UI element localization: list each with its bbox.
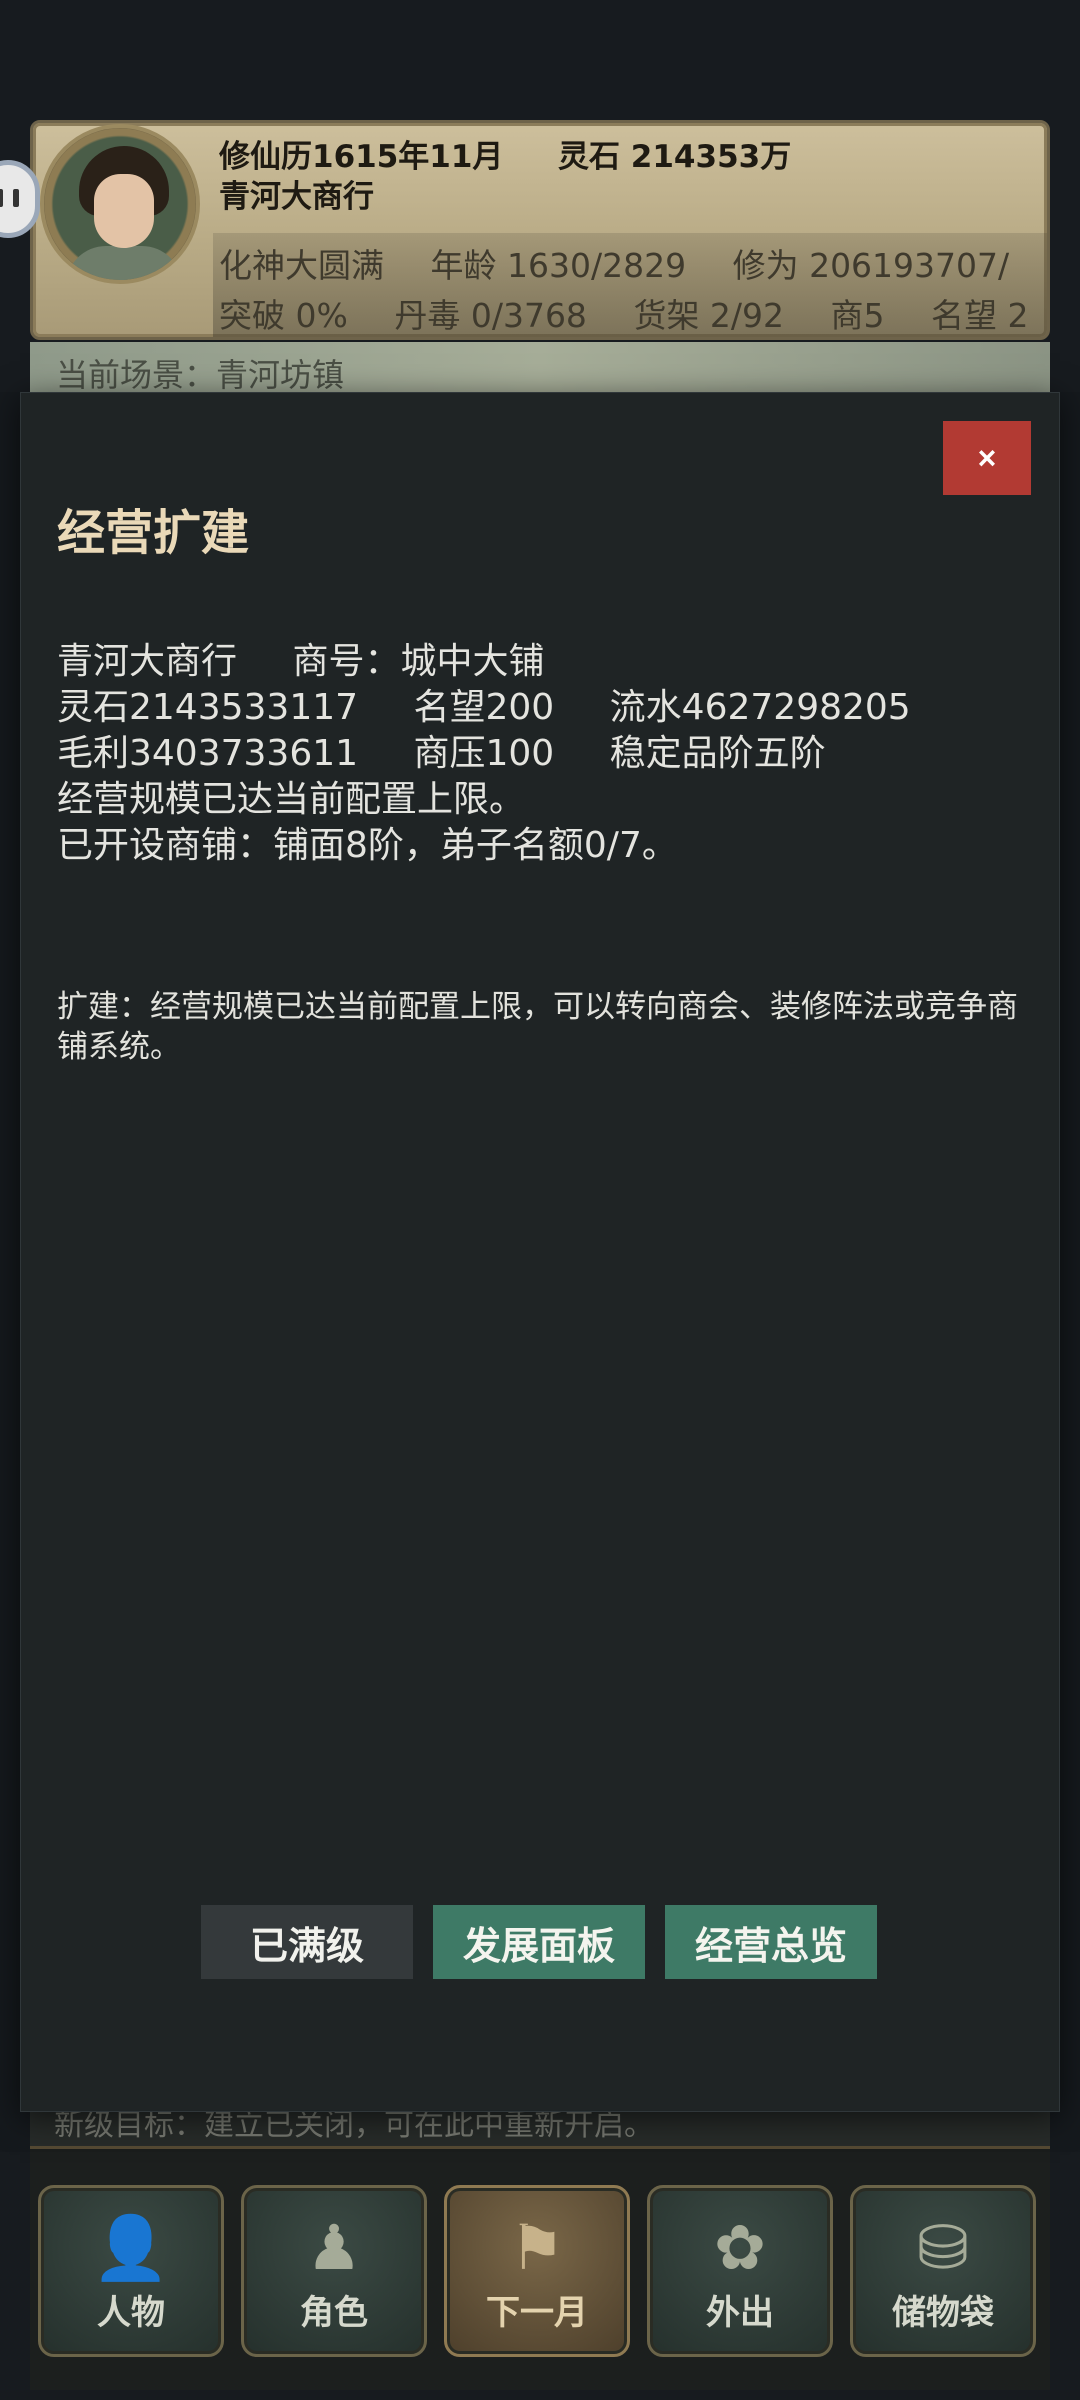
- scene-banner: 当前场景：青河坊镇: [30, 342, 1050, 394]
- close-button[interactable]: ×: [943, 421, 1031, 495]
- nav-label: 角色: [300, 2293, 368, 2333]
- cultivation-text: 修为 206193707/: [732, 246, 1010, 285]
- bottom-nav: 👤 人物 ♟ 角色 ⚑ 下一月 ✿ 外出 ⛁ 储物袋: [30, 2146, 1050, 2390]
- nav-storage-button[interactable]: ⛁ 储物袋: [850, 2185, 1036, 2357]
- merchant-level-text: 商5: [830, 296, 885, 335]
- reputation-text: 名望 2: [931, 296, 1029, 335]
- realm-text: 化神大圆满: [219, 246, 384, 285]
- game-screen: 修仙历1615年11月 灵石 214353万 青河大商行 化神大圆满 年龄 16…: [0, 0, 1080, 2400]
- robed-figure-icon: ♟: [306, 2211, 362, 2284]
- person-icon: 👤: [92, 2211, 170, 2284]
- flag-icon: ⚑: [509, 2211, 565, 2284]
- shelves-text: 货架 2/92: [633, 296, 785, 335]
- expansion-dialog: × 经营扩建 青河大商行 商号：城中大铺 灵石2143533117 名望200 …: [20, 392, 1060, 2112]
- nav-role-button[interactable]: ♟ 角色: [241, 2185, 427, 2357]
- breakthrough-text: 突破 0%: [219, 296, 348, 335]
- nav-outing-button[interactable]: ✿ 外出: [647, 2185, 833, 2357]
- limit-text: 经营规模已达当前配置上限。: [57, 779, 526, 820]
- portrait-icon: [66, 146, 182, 280]
- grade-value: 稳定品阶五阶: [609, 733, 826, 774]
- expansion-note: 扩建：经营规模已达当前配置上限，可以转向商会、装修阵法或竞争商铺系统。: [57, 989, 1018, 1065]
- calendar-text: 修仙历1615年11月: [219, 139, 504, 175]
- business-overview-button[interactable]: 经营总览: [665, 1905, 877, 1979]
- development-panel-button[interactable]: 发展面板: [433, 1905, 645, 1979]
- nav-person-button[interactable]: 👤 人物: [38, 2185, 224, 2357]
- nav-label: 储物袋: [892, 2293, 994, 2333]
- scene-text: 当前场景：青河坊镇: [56, 356, 345, 394]
- storage-bag-icon: ⛁: [917, 2211, 969, 2284]
- lotus-figure-icon: ✿: [714, 2211, 766, 2284]
- nav-label: 外出: [706, 2293, 774, 2333]
- reputation-value: 名望200: [413, 687, 555, 728]
- info-row-3: 毛利3403733611 商压100 稳定品阶五阶: [57, 731, 1023, 777]
- opened-shops-text: 已开设商铺：铺面8阶，弟子名额0/7。: [57, 825, 678, 866]
- age-text: 年龄 1630/2829: [430, 246, 687, 285]
- stats-row-1: 化神大圆满 年龄 1630/2829 修为 206193707/: [219, 239, 1009, 287]
- nav-label: 下一月: [486, 2293, 588, 2333]
- shop-title: 商号：城中大铺: [292, 641, 545, 682]
- avatar[interactable]: [40, 124, 200, 284]
- nav-next-month-button[interactable]: ⚑ 下一月: [444, 2185, 630, 2357]
- maxed-button[interactable]: 已满级: [201, 1905, 413, 1979]
- dialog-title: 经营扩建: [57, 505, 250, 561]
- spirit-stones-text: 灵石 214353万: [558, 139, 792, 175]
- info-row-1: 青河大商行 商号：城中大铺: [57, 639, 1023, 685]
- shop-name: 青河大商行: [57, 641, 238, 682]
- shop-info: 青河大商行 商号：城中大铺 灵石2143533117 名望200 流水46272…: [57, 639, 1023, 869]
- info-row-2: 灵石2143533117 名望200 流水4627298205: [57, 685, 1023, 731]
- turnover-value: 流水4627298205: [609, 687, 911, 728]
- stats-row-2: 突破 0% 丹毒 0/3768 货架 2/92 商5 名望 2: [219, 289, 1029, 337]
- spirit-stones-value: 灵石2143533117: [57, 687, 359, 728]
- gross-profit-value: 毛利3403733611: [57, 733, 359, 774]
- shop-name-text: 青河大商行: [219, 179, 374, 215]
- pressure-value: 商压100: [413, 733, 555, 774]
- nav-label: 人物: [97, 2293, 165, 2333]
- dialog-actions: 已满级 发展面板 经营总览: [201, 1905, 877, 1979]
- pill-toxicity-text: 丹毒 0/3768: [394, 296, 587, 335]
